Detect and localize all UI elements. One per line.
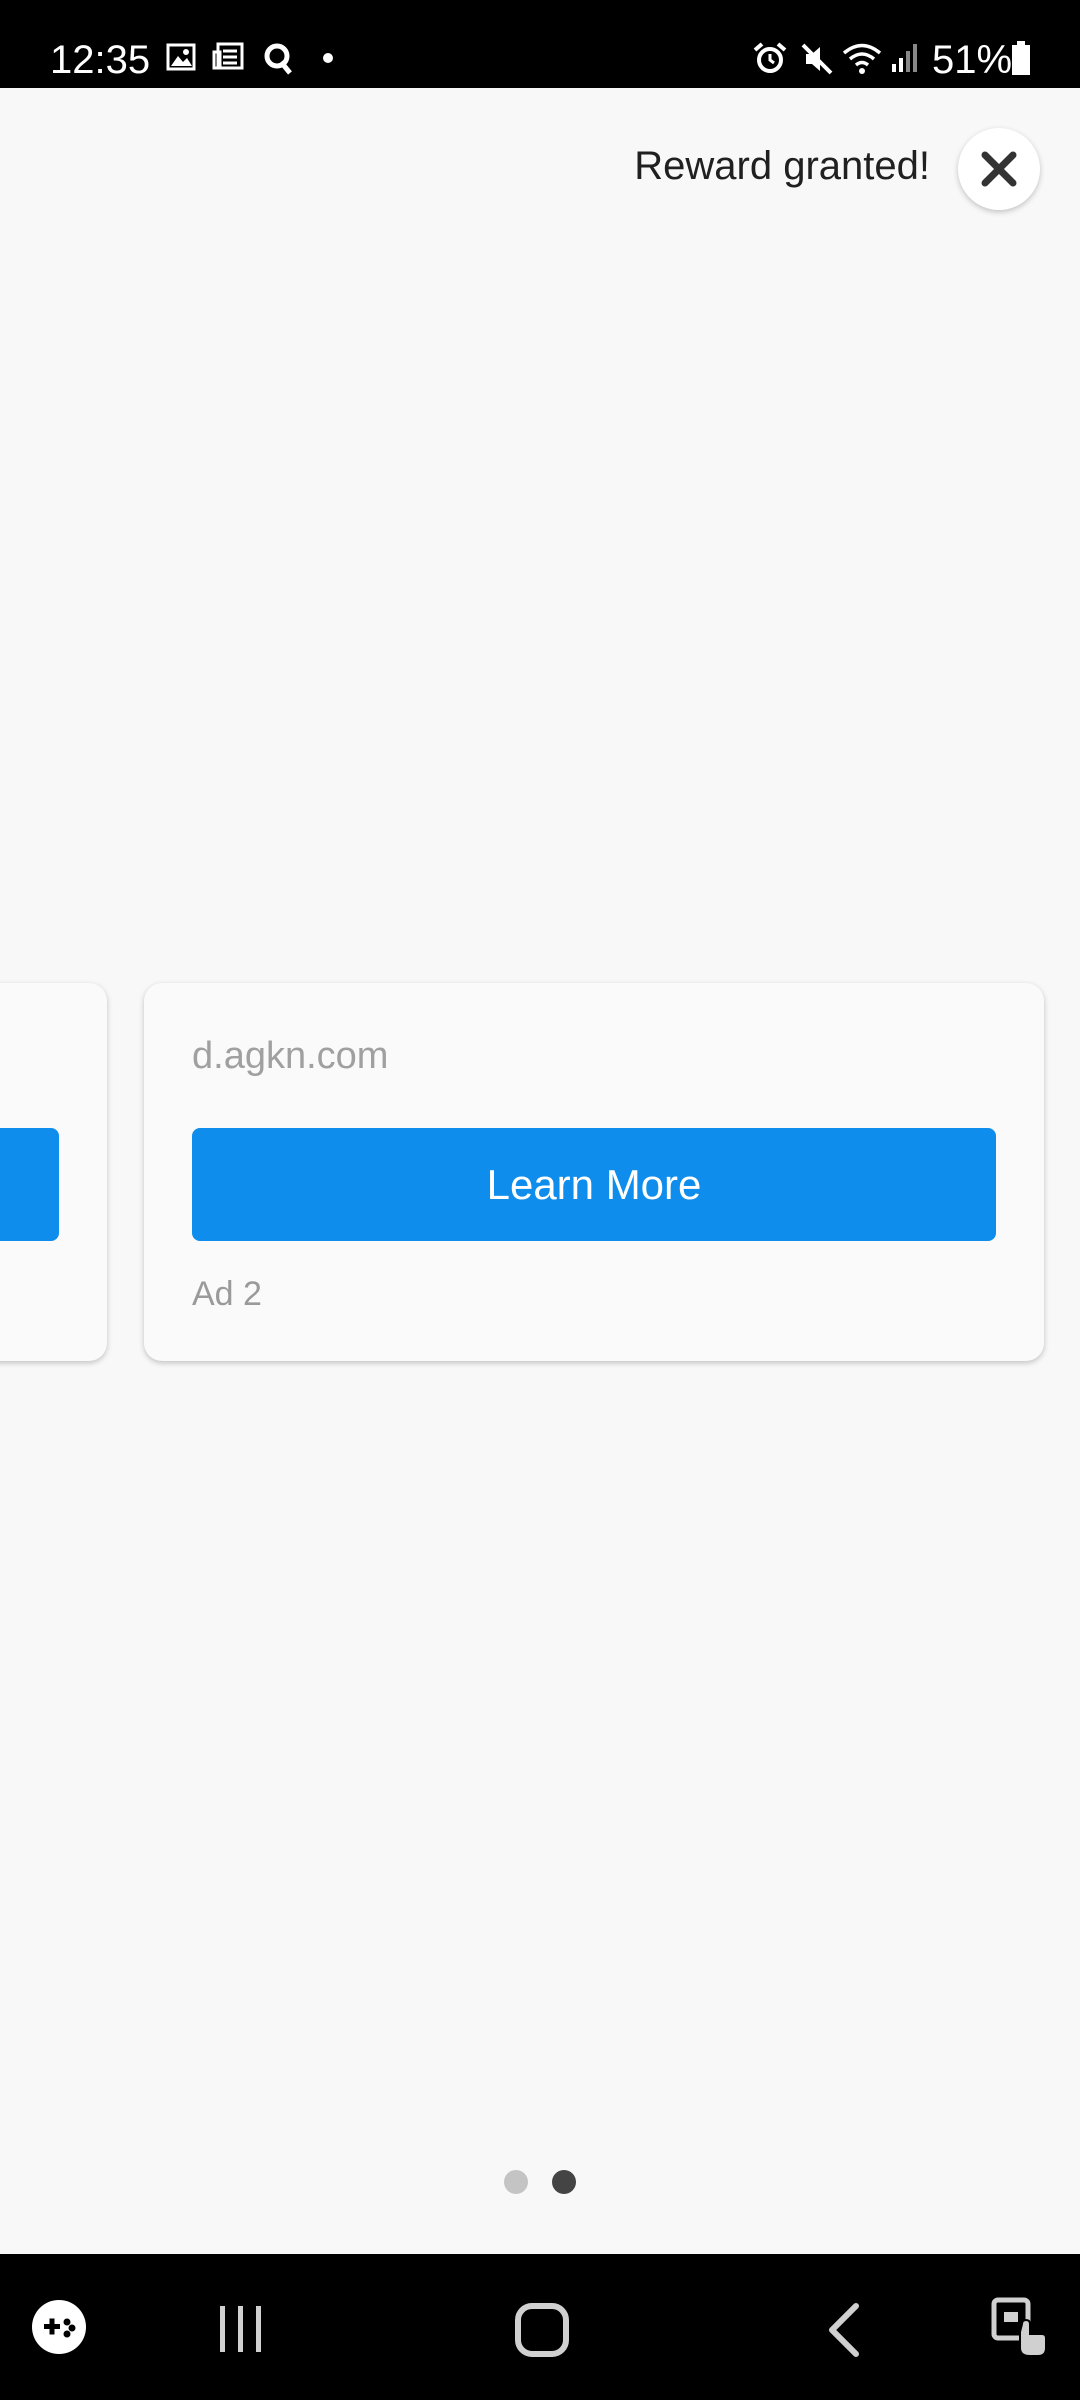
battery-icon	[1012, 41, 1030, 75]
mute-icon	[801, 43, 833, 75]
dot-icon	[323, 53, 333, 63]
navigation-bar	[0, 2254, 1080, 2400]
learn-more-button-partial[interactable]	[0, 1128, 59, 1241]
status-bar: 12:35 51%	[0, 0, 1080, 88]
ad-card-previous[interactable]	[0, 983, 107, 1361]
close-icon	[981, 151, 1017, 187]
status-time: 12:35	[50, 38, 151, 82]
ad-domain: d.agkn.com	[192, 1035, 389, 1077]
game-launcher-icon[interactable]	[30, 2298, 88, 2356]
home-icon[interactable]	[512, 2300, 572, 2360]
reward-granted-text: Reward granted!	[634, 144, 930, 188]
learn-more-button[interactable]: Learn More	[192, 1128, 996, 1241]
accessibility-icon[interactable]	[990, 2296, 1050, 2360]
signal-icon	[892, 44, 917, 72]
close-button[interactable]	[958, 128, 1040, 210]
q-icon	[264, 43, 292, 75]
alarm-icon	[753, 42, 787, 73]
battery-percentage: 51%	[932, 38, 1013, 82]
pager-dot-2-active[interactable]	[552, 2170, 576, 2194]
news-icon	[212, 42, 244, 70]
gallery-icon	[166, 43, 196, 71]
ad-label: Ad 2	[192, 1275, 262, 1313]
wifi-icon	[842, 43, 882, 74]
pager-dot-1[interactable]	[504, 2170, 528, 2194]
ad-card[interactable]: d.agkn.com Learn More Ad 2	[144, 983, 1044, 1361]
recents-icon[interactable]	[214, 2302, 268, 2356]
back-icon[interactable]	[820, 2302, 870, 2358]
